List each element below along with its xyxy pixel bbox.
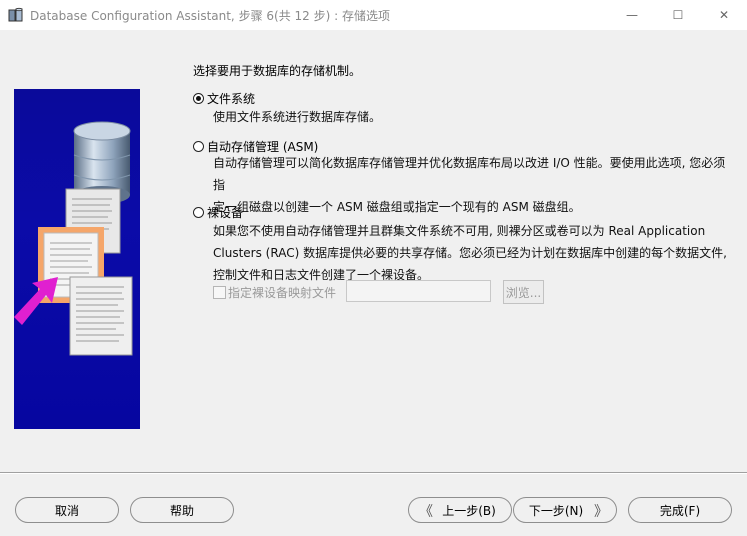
asm-desc-line: 定一组磁盘以创建一个 ASM 磁盘组或指定一个现有的 ASM 磁盘组。 [213,200,581,214]
minimize-icon: — [626,8,638,22]
help-label: 帮助 [169,503,194,518]
file-system-description: 使用文件系统进行数据库存储。 [213,106,733,128]
title-bar: Database Configuration Assistant, 步骤 6(共… [0,0,747,30]
raw-device-option[interactable]: 裸设备 [193,204,243,221]
cancel-label: 取消 [54,503,79,518]
browse-button[interactable]: 浏览... [503,280,544,304]
close-icon: ✕ [718,8,730,22]
help-button[interactable]: 帮助 [130,497,234,523]
database-app-icon [8,7,23,22]
database-documents-illustration [14,121,133,356]
cancel-button[interactable]: 取消 [15,497,119,523]
raw-device-label: 裸设备 [207,206,244,220]
raw-device-radio[interactable] [193,207,204,218]
storage-prompt: 选择要用于数据库的存储机制。 [193,64,362,78]
raw-device-desc-line: Clusters (RAC) 数据库提供必要的共享存储。您必须已经为计划在数据库… [213,246,727,260]
close-button[interactable]: ✕ [701,0,747,30]
asm-radio[interactable] [193,141,204,152]
raw-mapping-file-input[interactable] [346,280,491,302]
separator-highlight [0,473,747,474]
file-system-desc-line: 使用文件系统进行数据库存储。 [213,110,382,124]
file-system-radio[interactable] [193,93,204,104]
maximize-icon: ☐ [672,8,684,22]
back-button[interactable]: 《 上一步(B) [408,497,512,523]
minimize-button[interactable]: — [609,0,655,30]
next-label: 下一步(N) [528,503,584,518]
next-button[interactable]: 下一步(N) 》 [513,497,617,523]
asm-description: 自动存储管理可以简化数据库存储管理并优化数据库布局以改进 I/O 性能。要使用此… [213,152,733,218]
file-system-option[interactable]: 文件系统 [193,90,255,107]
file-system-label: 文件系统 [207,92,256,106]
window-title: Database Configuration Assistant, 步骤 6(共… [30,9,390,23]
asm-desc-line: 自动存储管理可以简化数据库存储管理并优化数据库布局以改进 I/O 性能。要使用此… [213,156,726,192]
raw-mapping-checkbox-row[interactable]: 指定裸设备映射文件 [213,284,336,301]
raw-mapping-checkbox[interactable] [213,286,226,299]
raw-device-desc-line: 如果您不使用自动存储管理并且群集文件系统不可用, 则裸分区或卷可以为 Real … [213,224,706,238]
finish-button[interactable]: 完成(F) [628,497,732,523]
finish-label: 完成(F) [659,503,701,518]
maximize-button[interactable]: ☐ [655,0,701,30]
back-label: 上一步(B) [442,503,496,518]
storage-illustration [14,89,140,429]
next-arrow-icon: 》 [594,504,608,520]
raw-device-description: 如果您不使用自动存储管理并且群集文件系统不可用, 则裸分区或卷可以为 Real … [213,220,733,286]
raw-mapping-label: 指定裸设备映射文件 [228,286,337,300]
back-arrow-icon: 《 [419,504,433,520]
